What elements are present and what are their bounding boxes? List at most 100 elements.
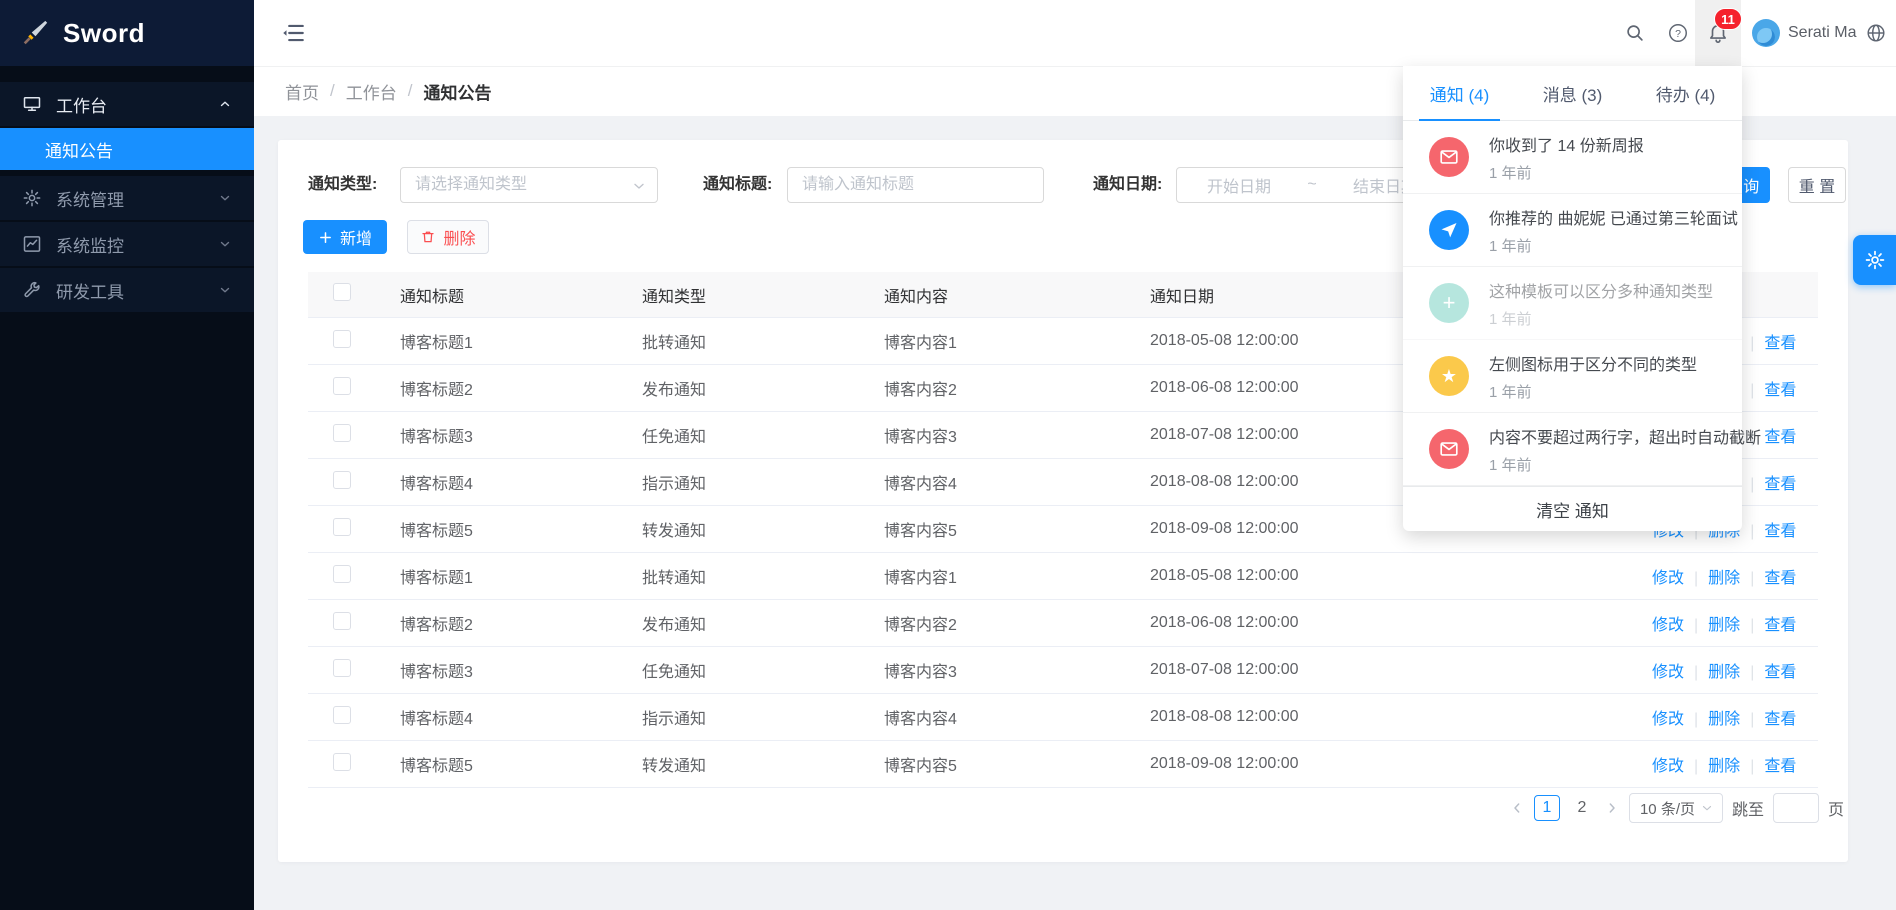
prev-page-icon[interactable] (1509, 800, 1525, 816)
select-all-checkbox[interactable] (333, 283, 351, 301)
notification-title: 左侧图标用于区分不同的类型 (1489, 351, 1697, 375)
page-1-button[interactable]: 1 (1534, 795, 1560, 821)
notification-item[interactable]: ★ 左侧图标用于区分不同的类型 1 年前 (1403, 340, 1742, 413)
title-filter-field[interactable] (787, 167, 1044, 203)
delete-link[interactable]: 删除 (1708, 664, 1740, 681)
tab-todos[interactable]: 待办 (4) (1629, 66, 1742, 120)
user-name[interactable]: Serati Ma (1788, 0, 1856, 66)
sidebar-item-label: 系统监控 (56, 232, 124, 257)
wrench-icon (22, 280, 42, 300)
notification-type-icon (1429, 210, 1469, 250)
title-filter-input[interactable] (788, 168, 1043, 202)
sidebar-item-dev-tools[interactable]: 研发工具 (0, 268, 254, 312)
sidebar-subitem-label: 通知公告 (45, 137, 113, 162)
breadcrumb-home[interactable]: 首页 (285, 79, 319, 104)
top-bar: ? 11 Serati Ma (254, 0, 1896, 67)
notification-badge: 11 (1714, 8, 1742, 30)
sidebar-item-notice[interactable]: 通知公告 (0, 128, 254, 170)
row-checkbox[interactable] (333, 518, 351, 536)
search-icon[interactable] (1612, 0, 1658, 66)
row-checkbox[interactable] (333, 424, 351, 442)
notification-title: 内容不要超过两行字，超出时自动截断 (1489, 424, 1761, 448)
type-filter-input[interactable] (401, 168, 657, 202)
view-link[interactable]: 查看 (1764, 523, 1796, 540)
chevron-down-icon (218, 283, 232, 297)
view-link[interactable]: 查看 (1764, 711, 1796, 728)
reset-button[interactable]: 重 置 (1788, 167, 1846, 203)
delete-button[interactable]: 删除 (407, 220, 489, 254)
settings-button[interactable] (1853, 235, 1896, 285)
collapse-menu-icon[interactable] (277, 17, 309, 49)
delete-link[interactable]: 删除 (1708, 711, 1740, 728)
notification-title: 你推荐的 曲妮妮 已通过第三轮面试 (1489, 205, 1738, 229)
chevron-up-icon (218, 97, 232, 111)
edit-link[interactable]: 修改 (1652, 617, 1684, 634)
page-size-select[interactable]: 10 条/页 (1629, 793, 1723, 823)
cell-content: 博客内容3 (884, 423, 1150, 447)
notification-item[interactable]: + 这种模板可以区分多种通知类型 1 年前 (1403, 267, 1742, 340)
language-globe-icon[interactable] (1854, 0, 1896, 66)
row-checkbox[interactable] (333, 330, 351, 348)
view-link[interactable]: 查看 (1764, 617, 1796, 634)
tab-messages[interactable]: 消息 (3) (1516, 66, 1629, 120)
view-link[interactable]: 查看 (1764, 664, 1796, 681)
edit-link[interactable]: 修改 (1652, 664, 1684, 681)
edit-link[interactable]: 修改 (1652, 711, 1684, 728)
cell-title: 博客标题4 (400, 705, 642, 729)
cell-title: 博客标题3 (400, 658, 642, 682)
cell-title: 博客标题5 (400, 752, 642, 776)
view-link[interactable]: 查看 (1764, 382, 1796, 399)
delete-link[interactable]: 删除 (1708, 617, 1740, 634)
avatar[interactable] (1752, 19, 1780, 47)
row-checkbox[interactable] (333, 706, 351, 724)
view-link[interactable]: 查看 (1764, 335, 1796, 352)
notification-item[interactable]: 你收到了 14 份新周报 1 年前 (1403, 121, 1742, 194)
sidebar-item-system-monitor[interactable]: 系统监控 (0, 222, 254, 266)
add-button[interactable]: 新增 (303, 220, 387, 254)
cell-content: 博客内容2 (884, 611, 1150, 635)
cell-title: 博客标题3 (400, 423, 642, 447)
row-checkbox[interactable] (333, 565, 351, 583)
edit-link[interactable]: 修改 (1652, 758, 1684, 775)
page-2-button[interactable]: 2 (1569, 795, 1595, 821)
view-link[interactable]: 查看 (1764, 570, 1796, 587)
sword-logo-icon (20, 18, 50, 48)
cell-type: 指示通知 (642, 470, 884, 494)
cell-content: 博客内容5 (884, 517, 1150, 541)
tab-notifications[interactable]: 通知 (4) (1403, 66, 1516, 120)
sidebar-item-label: 系统管理 (56, 186, 124, 211)
help-icon[interactable]: ? (1658, 0, 1698, 66)
view-link[interactable]: 查看 (1764, 476, 1796, 493)
notification-time: 1 年前 (1489, 454, 1761, 475)
delete-link[interactable]: 删除 (1708, 758, 1740, 775)
table-row: 博客标题4 指示通知 博客内容4 2018-08-08 12:00:00 修改|… (308, 694, 1818, 741)
sidebar-item-workbench[interactable]: 工作台 (0, 82, 254, 126)
sidebar-item-system-admin[interactable]: 系统管理 (0, 176, 254, 220)
logo[interactable]: Sword (0, 0, 254, 66)
jump-label: 跳至 (1732, 796, 1764, 820)
type-filter-select[interactable] (400, 167, 658, 203)
row-checkbox[interactable] (333, 753, 351, 771)
row-checkbox[interactable] (333, 612, 351, 630)
delete-link[interactable]: 删除 (1708, 570, 1740, 587)
notification-item[interactable]: 你推荐的 曲妮妮 已通过第三轮面试 1 年前 (1403, 194, 1742, 267)
view-link[interactable]: 查看 (1764, 429, 1796, 446)
date-start-placeholder: 开始日期 (1207, 173, 1271, 197)
cell-content: 博客内容1 (884, 329, 1150, 353)
col-header-type: 通知类型 (642, 283, 884, 307)
clear-notifications-button[interactable]: 清空 通知 (1403, 486, 1742, 531)
gear-icon (22, 188, 42, 208)
notification-type-icon (1429, 137, 1469, 177)
jump-page-input[interactable] (1773, 793, 1819, 823)
cell-type: 批转通知 (642, 564, 884, 588)
row-checkbox[interactable] (333, 377, 351, 395)
title-filter-label: 通知标题: (703, 167, 772, 203)
row-checkbox[interactable] (333, 471, 351, 489)
view-link[interactable]: 查看 (1764, 758, 1796, 775)
breadcrumb-workbench[interactable]: 工作台 (346, 79, 397, 104)
next-page-icon[interactable] (1604, 800, 1620, 816)
edit-link[interactable]: 修改 (1652, 570, 1684, 587)
notification-item[interactable]: 内容不要超过两行字，超出时自动截断 1 年前 (1403, 413, 1742, 486)
row-checkbox[interactable] (333, 659, 351, 677)
chevron-down-icon (631, 178, 647, 194)
